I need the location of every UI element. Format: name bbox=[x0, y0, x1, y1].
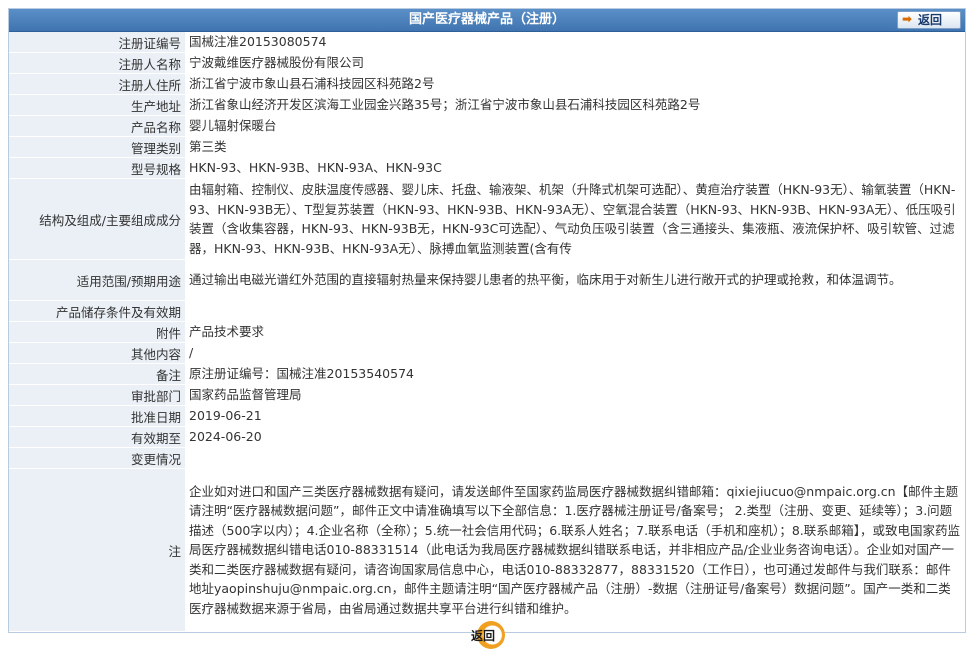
back-button-top[interactable]: ➡ 返回 bbox=[897, 11, 961, 29]
field-value: 国家药品监督管理局 bbox=[185, 384, 965, 406]
field-label: 附件 bbox=[9, 321, 185, 343]
field-label: 审批部门 bbox=[9, 384, 185, 406]
table-row: 结构及组成/主要组成成分 由辐射箱、控制仪、皮肤温度传感器、婴儿床、托盘、输液架… bbox=[9, 178, 965, 260]
field-label: 变更情况 bbox=[9, 447, 185, 469]
back-button-label: 返回 bbox=[918, 13, 943, 27]
table-row: 产品名称 婴儿辐射保暖台 bbox=[9, 115, 965, 137]
field-value: 宁波戴维医疗器械股份有限公司 bbox=[185, 52, 965, 74]
field-label: 注册证编号 bbox=[9, 32, 185, 53]
field-value: 浙江省象山经济开发区滨海工业园金兴路35号；浙江省宁波市象山县石浦科技园区科苑路… bbox=[185, 94, 965, 116]
table-row: 注册证编号 国械注准20153080574 bbox=[9, 32, 965, 53]
page-title: 国产医疗器械产品（注册） bbox=[408, 12, 565, 27]
field-label: 有效期至 bbox=[9, 426, 185, 448]
field-value: HKN-93、HKN-93B、HKN-93A、HKN-93C bbox=[185, 157, 965, 179]
field-label: 产品名称 bbox=[9, 115, 185, 137]
table-row: 型号规格 HKN-93、HKN-93B、HKN-93A、HKN-93C bbox=[9, 157, 965, 179]
field-value bbox=[185, 300, 965, 322]
field-label: 注册人住所 bbox=[9, 73, 185, 95]
table-row: 产品储存条件及有效期 bbox=[9, 300, 965, 322]
field-value: 原注册证编号：国械注准20153540574 bbox=[185, 363, 965, 385]
table-row: 备注 原注册证编号：国械注准20153540574 bbox=[9, 363, 965, 385]
field-value: 产品技术要求 bbox=[185, 321, 965, 343]
table-row: 注册人名称 宁波戴维医疗器械股份有限公司 bbox=[9, 52, 965, 74]
field-value bbox=[185, 447, 965, 469]
panel-title-bar: 国产医疗器械产品（注册） ➡ 返回 bbox=[9, 9, 965, 32]
table-row: 审批部门 国家药品监督管理局 bbox=[9, 384, 965, 406]
table-row: 附件 产品技术要求 bbox=[9, 321, 965, 343]
bottom-bar: 返回 bbox=[9, 619, 965, 659]
field-label: 产品储存条件及有效期 bbox=[9, 300, 185, 322]
field-value: / bbox=[185, 342, 965, 364]
field-value: 企业如对进口和国产三类医疗器械数据有疑问，请发送邮件至国家药监局医疗器械数据纠错… bbox=[185, 468, 965, 632]
table-row: 适用范围/预期用途 通过输出电磁光谱红外范围的直接辐射热量来保持婴儿患者的热平衡… bbox=[9, 259, 965, 301]
table-row: 有效期至 2024-06-20 bbox=[9, 426, 965, 448]
field-value: 第三类 bbox=[185, 136, 965, 158]
registration-info-table: 注册证编号 国械注准20153080574 注册人名称 宁波戴维医疗器械股份有限… bbox=[9, 32, 965, 632]
field-value: 通过输出电磁光谱红外范围的直接辐射热量来保持婴儿患者的热平衡，临床用于对新生儿进… bbox=[185, 259, 965, 301]
field-label: 其他内容 bbox=[9, 342, 185, 364]
field-value: 国械注准20153080574 bbox=[185, 32, 965, 53]
back-button-label: 返回 bbox=[470, 629, 495, 643]
table-row: 其他内容 / bbox=[9, 342, 965, 364]
table-row: 注 企业如对进口和国产三类医疗器械数据有疑问，请发送邮件至国家药监局医疗器械数据… bbox=[9, 468, 965, 632]
table-row: 管理类别 第三类 bbox=[9, 136, 965, 158]
field-label: 结构及组成/主要组成成分 bbox=[9, 178, 185, 260]
table-row: 变更情况 bbox=[9, 447, 965, 469]
field-label: 型号规格 bbox=[9, 157, 185, 179]
field-value: 2019-06-21 bbox=[185, 405, 965, 427]
field-label: 注册人名称 bbox=[9, 52, 185, 74]
field-value: 浙江省宁波市象山县石浦科技园区科苑路2号 bbox=[185, 73, 965, 95]
field-label: 注 bbox=[9, 468, 185, 632]
arrow-right-icon: ➡ bbox=[902, 12, 913, 26]
table-row: 生产地址 浙江省象山经济开发区滨海工业园金兴路35号；浙江省宁波市象山县石浦科技… bbox=[9, 94, 965, 116]
table-row: 注册人住所 浙江省宁波市象山县石浦科技园区科苑路2号 bbox=[9, 73, 965, 95]
back-button-bottom[interactable]: 返回 bbox=[463, 621, 511, 649]
field-label: 管理类别 bbox=[9, 136, 185, 158]
detail-panel: 国产医疗器械产品（注册） ➡ 返回 注册证编号 国械注准20153080574 注… bbox=[8, 8, 966, 649]
field-label: 适用范围/预期用途 bbox=[9, 259, 185, 301]
table-row: 批准日期 2019-06-21 bbox=[9, 405, 965, 427]
field-value: 2024-06-20 bbox=[185, 426, 965, 448]
field-label: 生产地址 bbox=[9, 94, 185, 116]
field-label: 批准日期 bbox=[9, 405, 185, 427]
field-label: 备注 bbox=[9, 363, 185, 385]
field-value: 婴儿辐射保暖台 bbox=[185, 115, 965, 137]
field-value: 由辐射箱、控制仪、皮肤温度传感器、婴儿床、托盘、输液架、机架（升降式机架可选配）… bbox=[185, 178, 965, 260]
